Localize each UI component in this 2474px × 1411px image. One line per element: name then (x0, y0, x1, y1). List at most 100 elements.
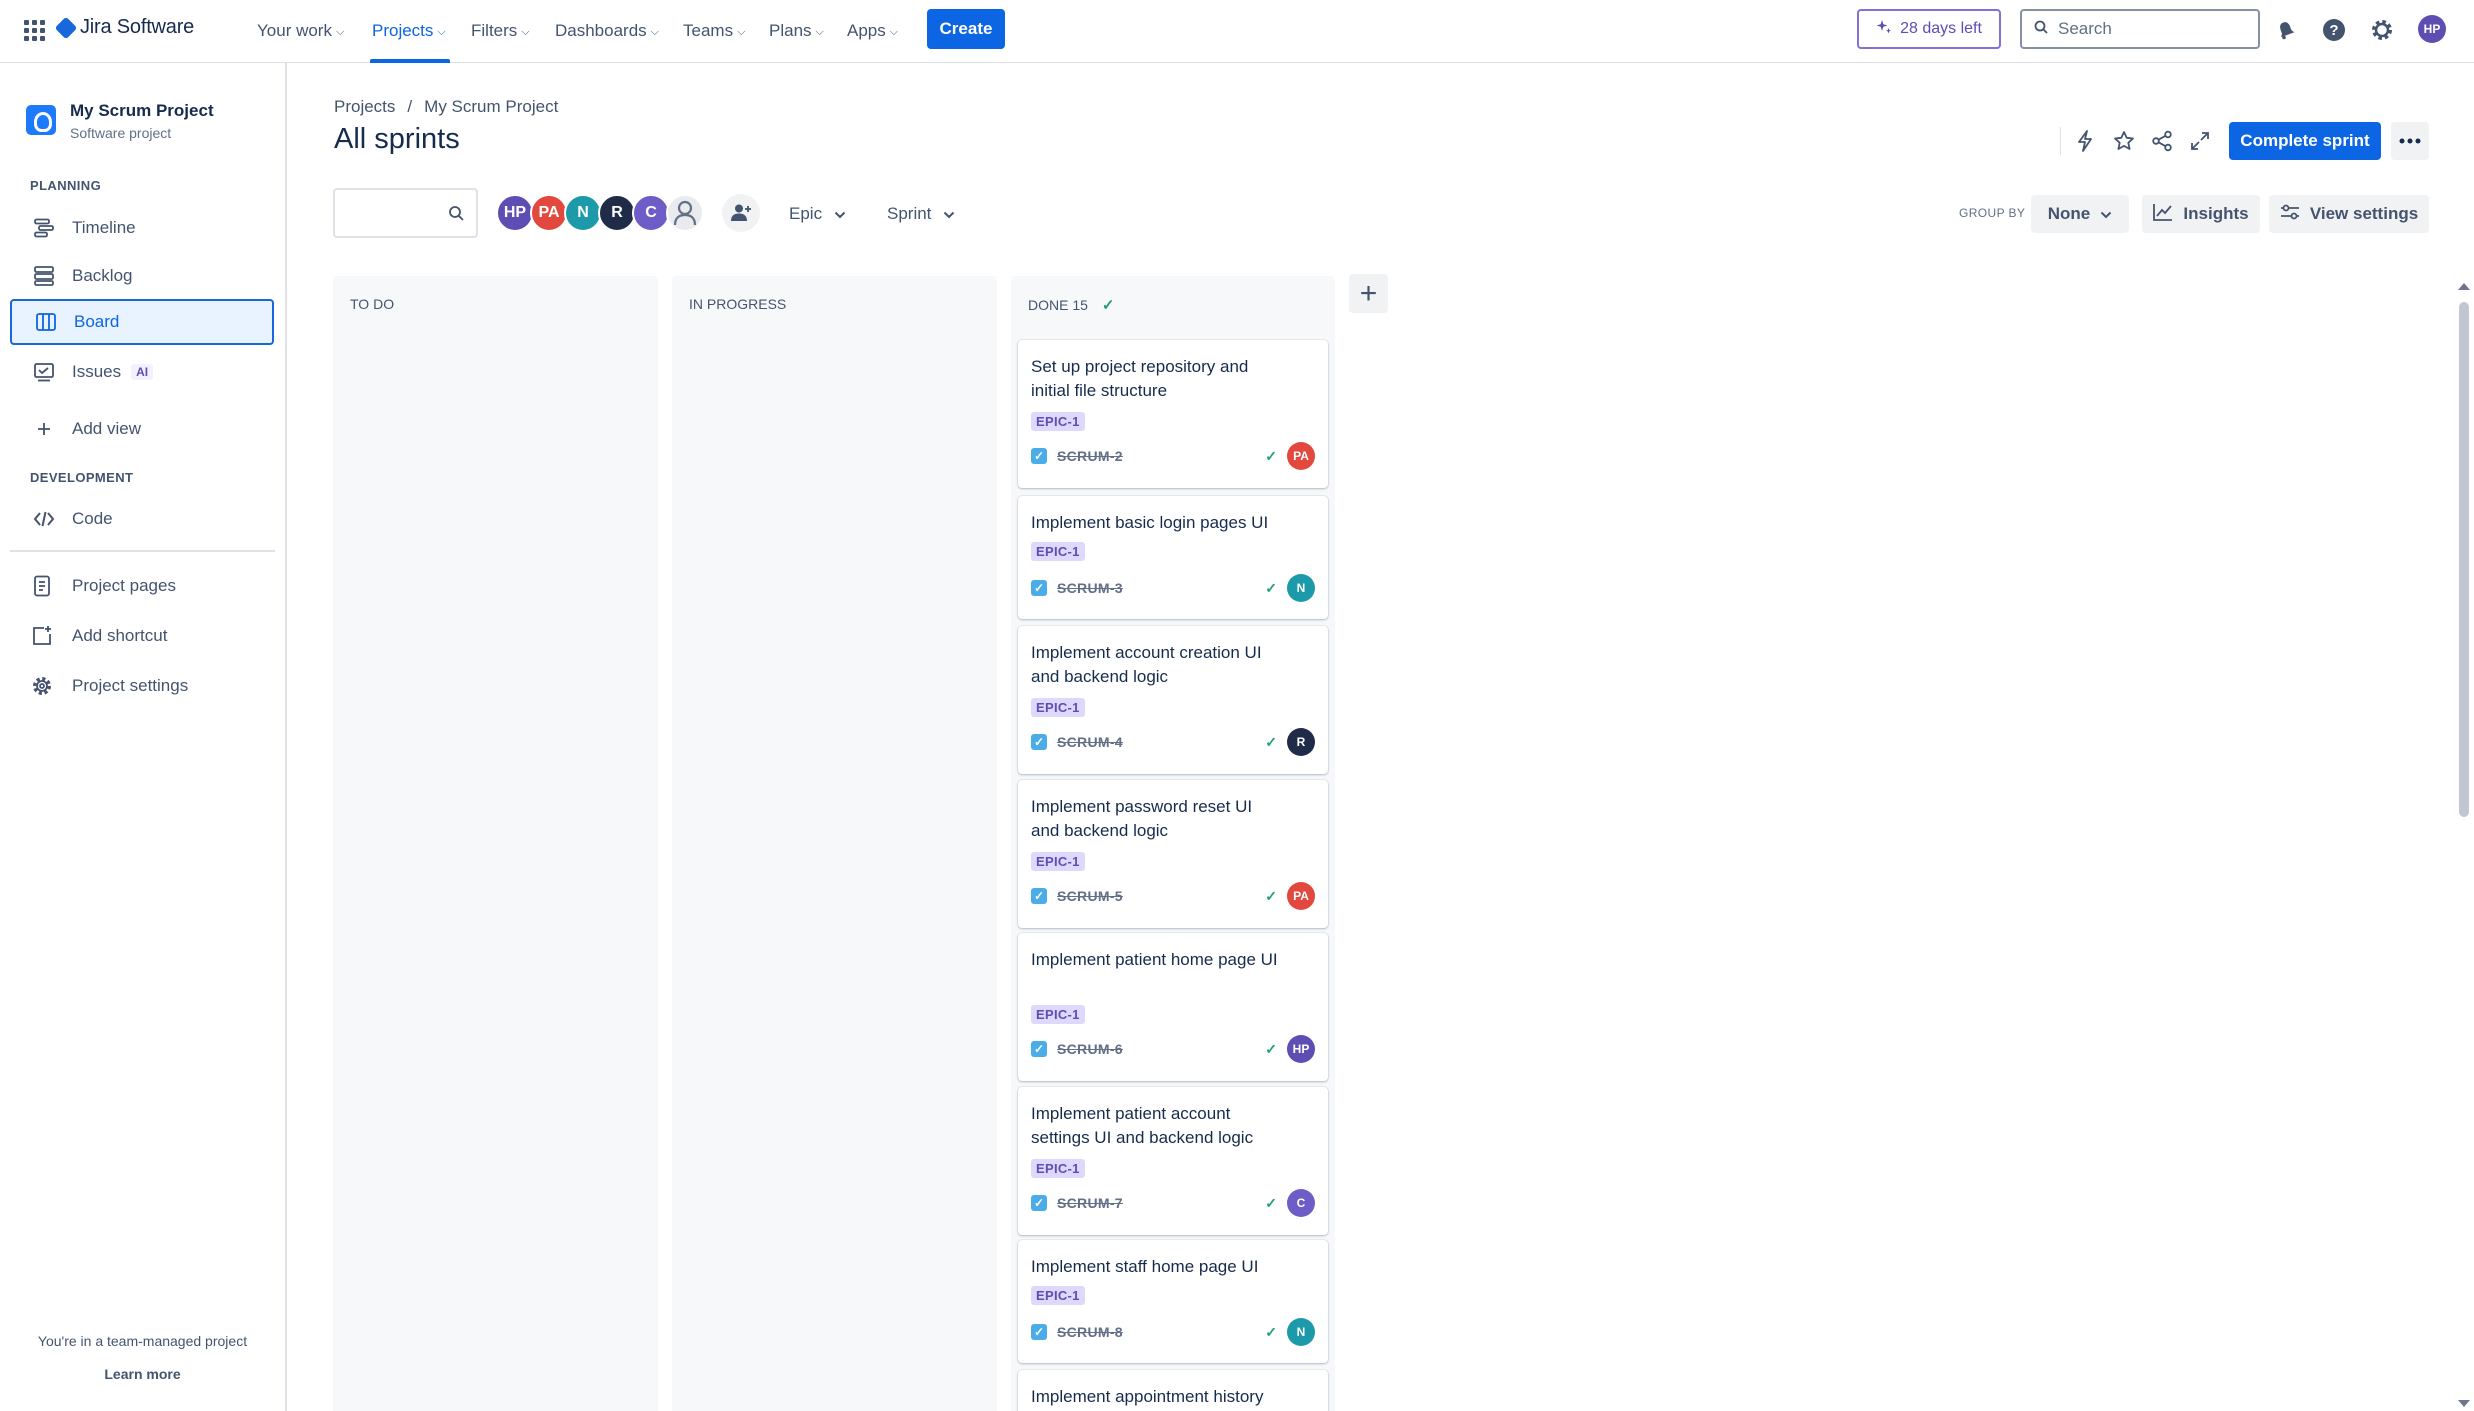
nav-your-work[interactable]: Your work ⌵ (257, 19, 344, 43)
settings-gear-icon[interactable] (2369, 17, 2395, 43)
jira-logo[interactable]: Jira Software (54, 16, 194, 39)
nav-apps[interactable]: Apps ⌵ (847, 19, 898, 43)
board-search-input[interactable] (333, 188, 478, 238)
insights-button[interactable]: Insights (2142, 195, 2260, 233)
task-type-icon: ✓ (1031, 1041, 1047, 1057)
project-sidebar: My Scrum Project Software project PLANNI… (0, 63, 287, 1411)
issue-card[interactable]: Set up project repository and initial fi… (1018, 340, 1328, 488)
help-icon[interactable]: ? (2321, 17, 2347, 43)
user-avatar[interactable]: HP (2418, 15, 2446, 43)
sprint-filter-dropdown[interactable]: Sprint (887, 200, 955, 228)
assignee-avatar[interactable]: N (1287, 1318, 1315, 1346)
sliders-icon (2280, 204, 2300, 225)
create-button[interactable]: Create (927, 9, 1005, 49)
issue-key[interactable]: SCRUM-3 (1057, 580, 1123, 596)
issue-key[interactable]: SCRUM-2 (1057, 448, 1123, 464)
issues-icon (32, 360, 56, 384)
project-header[interactable]: My Scrum Project Software project (26, 101, 214, 141)
expand-icon[interactable] (2183, 124, 2217, 158)
add-people-icon[interactable] (722, 194, 760, 232)
share-icon[interactable] (2145, 124, 2179, 158)
epic-lozenge[interactable]: EPIC-1 (1031, 1005, 1085, 1024)
sidebar-item-project-pages[interactable]: Project pages (10, 563, 274, 609)
task-type-icon: ✓ (1031, 734, 1047, 750)
trial-button[interactable]: 28 days left (1857, 9, 2001, 49)
issue-key[interactable]: SCRUM-4 (1057, 734, 1123, 750)
search-input[interactable]: Search (2020, 9, 2260, 49)
learn-more-link[interactable]: Learn more (0, 1366, 285, 1382)
issue-card[interactable]: Implement account creation UI and backen… (1018, 626, 1328, 774)
assignee-filter-avatar[interactable]: C (632, 194, 670, 232)
scroll-down-arrow-icon[interactable] (2458, 1400, 2470, 1407)
column-in-progress: IN PROGRESS (672, 276, 997, 1411)
more-actions-button[interactable] (2391, 122, 2429, 160)
issue-key[interactable]: SCRUM-7 (1057, 1195, 1123, 1211)
nav-plans[interactable]: Plans ⌵ (769, 19, 824, 43)
assignee-avatar[interactable]: C (1287, 1189, 1315, 1217)
sidebar-item-board[interactable]: Board (10, 299, 274, 345)
issue-card[interactable]: Implement basic login pages UI EPIC-1 ✓ SCR… (1018, 496, 1328, 619)
epic-lozenge[interactable]: EPIC-1 (1031, 542, 1085, 561)
assignee-avatar[interactable]: PA (1287, 882, 1315, 910)
app-switcher-icon[interactable] (22, 18, 46, 42)
sidebar-item-timeline[interactable]: Timeline (10, 205, 274, 251)
epic-lozenge[interactable]: EPIC-1 (1031, 1286, 1085, 1305)
sidebar-item-issues[interactable]: Issues AI (10, 349, 274, 395)
sidebar-item-backlog[interactable]: Backlog (10, 253, 274, 299)
add-column-button[interactable]: + (1349, 274, 1388, 313)
epic-lozenge[interactable]: EPIC-1 (1031, 852, 1085, 871)
breadcrumb-projects[interactable]: Projects (334, 97, 395, 117)
nav-label: Teams (683, 21, 734, 40)
epic-filter-dropdown[interactable]: Epic (789, 200, 846, 228)
issue-card[interactable]: Implement staff home page UI EPIC-1 ✓ SCRUM… (1018, 1240, 1328, 1363)
scroll-up-arrow-icon[interactable] (2458, 283, 2470, 290)
nav-dashboards[interactable]: Dashboards ⌵ (555, 19, 659, 43)
nav-teams[interactable]: Teams ⌵ (683, 19, 745, 43)
assignee-filter-avatar[interactable]: R (598, 194, 636, 232)
assignee-filter-avatar[interactable]: PA (530, 194, 568, 232)
sidebar-item-label: Project pages (72, 576, 176, 595)
sidebar-item-label: Board (74, 312, 120, 331)
issue-summary: Implement staff home page UI (1031, 1257, 1259, 1276)
gear-icon (30, 674, 54, 698)
epic-lozenge[interactable]: EPIC-1 (1031, 698, 1085, 717)
star-icon[interactable] (2107, 124, 2141, 158)
nav-projects[interactable]: Projects ⌵ (372, 19, 446, 43)
done-check-icon: ✓ (1265, 733, 1277, 750)
nav-label: Plans (769, 21, 812, 40)
unassigned-avatar-icon[interactable] (666, 194, 704, 232)
sidebar-item-code[interactable]: Code (10, 496, 274, 542)
issue-key[interactable]: SCRUM-5 (1057, 888, 1123, 904)
group-by-label: GROUP BY (1959, 206, 2026, 220)
nav-filters[interactable]: Filters ⌵ (471, 19, 530, 43)
sidebar-item-add-shortcut[interactable]: Add shortcut (10, 613, 274, 659)
assignee-filter-avatar[interactable]: HP (496, 194, 534, 232)
complete-sprint-button[interactable]: Complete sprint (2229, 122, 2381, 160)
card-footer: ✓ SCRUM-7 ✓ C (1031, 1189, 1315, 1217)
assignee-avatar[interactable]: PA (1287, 442, 1315, 470)
issue-card[interactable]: Implement password reset UI and backend … (1018, 780, 1328, 928)
add-view-button[interactable]: Add view (10, 406, 274, 452)
breadcrumb-project[interactable]: My Scrum Project (424, 97, 558, 117)
notifications-icon[interactable] (2273, 17, 2299, 43)
add-shortcut-icon (30, 624, 54, 648)
issue-card[interactable]: Implement patient account settings UI an… (1018, 1087, 1328, 1235)
assignee-avatar[interactable]: R (1287, 728, 1315, 756)
issue-key[interactable]: SCRUM-6 (1057, 1041, 1123, 1057)
epic-lozenge[interactable]: EPIC-1 (1031, 412, 1085, 431)
assignee-filter-avatar[interactable]: N (564, 194, 602, 232)
automation-lightning-icon[interactable] (2068, 124, 2102, 158)
vertical-scrollbar[interactable] (2459, 302, 2469, 817)
assignee-avatar[interactable]: HP (1287, 1035, 1315, 1063)
group-by-dropdown[interactable]: None (2031, 195, 2129, 233)
issue-card[interactable]: Implement appointment history (1018, 1370, 1328, 1411)
epic-lozenge[interactable]: EPIC-1 (1031, 1159, 1085, 1178)
assignee-avatar[interactable]: N (1287, 574, 1315, 602)
view-settings-button[interactable]: View settings (2269, 195, 2429, 233)
search-icon (2034, 19, 2048, 39)
issue-card[interactable]: Implement patient home page UI EPIC-1 ✓ SCR… (1018, 933, 1328, 1081)
nav-label: Projects (372, 21, 434, 40)
issue-key[interactable]: SCRUM-8 (1057, 1324, 1123, 1340)
sidebar-item-project-settings[interactable]: Project settings (10, 663, 274, 709)
chevron-down-icon (943, 204, 955, 224)
